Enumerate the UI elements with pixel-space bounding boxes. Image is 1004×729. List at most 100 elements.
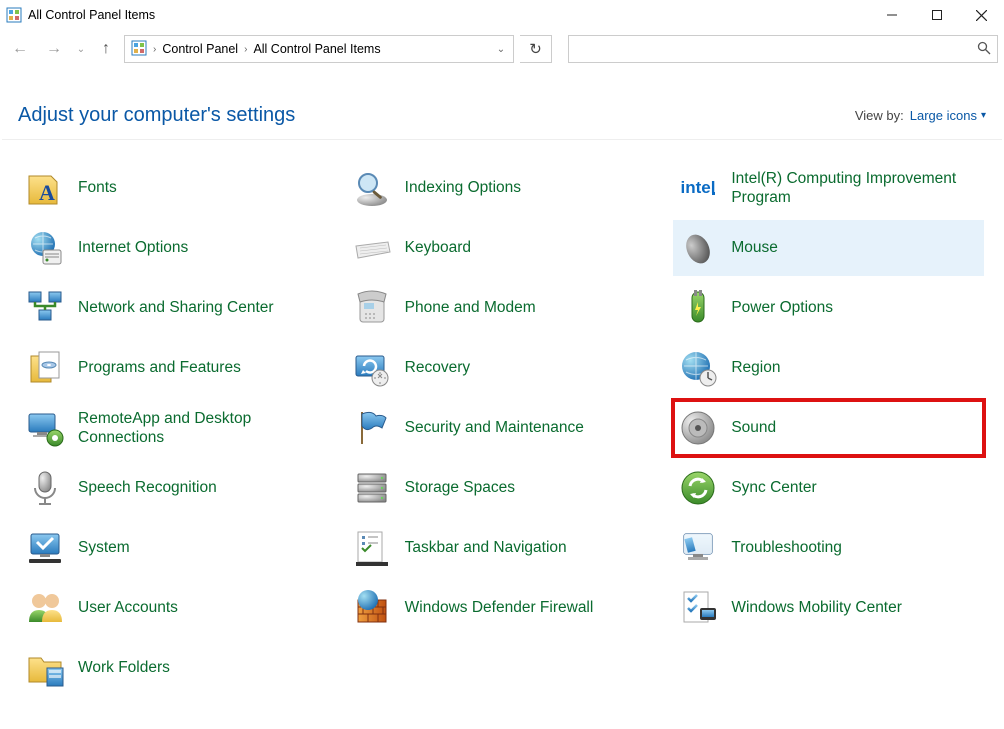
remoteapp-icon [24, 407, 66, 449]
intel-icon [677, 167, 719, 209]
cp-item-windows-mobility-center[interactable]: Windows Mobility Center [673, 580, 984, 636]
cp-item-region[interactable]: Region [673, 340, 984, 396]
cp-item-mouse[interactable]: Mouse [673, 220, 984, 276]
cp-item-phone-and-modem[interactable]: Phone and Modem [347, 280, 658, 336]
address-icon [131, 40, 147, 59]
cp-item-label: Fonts [78, 178, 117, 197]
cp-item-windows-defender-firewall[interactable]: Windows Defender Firewall [347, 580, 658, 636]
cp-item-sync-center[interactable]: Sync Center [673, 460, 984, 516]
address-bar[interactable]: › Control Panel › All Control Panel Item… [124, 35, 514, 63]
cp-item-label: Windows Defender Firewall [405, 598, 594, 617]
nav-history-dropdown[interactable]: ⌄ [74, 44, 88, 55]
search-input[interactable] [575, 42, 977, 56]
cp-item-system[interactable]: System [20, 520, 331, 576]
cp-item-label: Storage Spaces [405, 478, 515, 497]
programs-icon [24, 347, 66, 389]
workfold-icon [24, 647, 66, 689]
cp-item-label: System [78, 538, 130, 557]
cp-item-label: Security and Maintenance [405, 418, 584, 437]
up-button[interactable]: ↑ [94, 37, 118, 61]
cp-item-intel-r-computing-improvement-program[interactable]: Intel(R) Computing Improvement Program [673, 160, 984, 216]
trouble-icon [677, 527, 719, 569]
cp-item-label: Intel(R) Computing Improvement Program [731, 169, 978, 208]
cp-item-label: User Accounts [78, 598, 178, 617]
cp-item-label: Windows Mobility Center [731, 598, 902, 617]
cp-item-label: Internet Options [78, 238, 188, 257]
recovery-icon [351, 347, 393, 389]
cp-item-remoteapp-and-desktop-connections[interactable]: RemoteApp and Desktop Connections [20, 400, 331, 456]
cp-item-user-accounts[interactable]: User Accounts [20, 580, 331, 636]
cp-item-label: Network and Sharing Center [78, 298, 274, 317]
cp-item-recovery[interactable]: Recovery [347, 340, 658, 396]
cp-item-label: Work Folders [78, 658, 170, 677]
viewby-dropdown[interactable]: Large icons [910, 108, 986, 123]
items-grid: Fonts Indexing Options Intel(R) Computing … [0, 140, 1004, 698]
cp-item-label: Phone and Modem [405, 298, 536, 317]
cp-item-label: Indexing Options [405, 178, 521, 197]
security-icon [351, 407, 393, 449]
back-button[interactable]: ← [6, 35, 34, 63]
cp-item-network-and-sharing-center[interactable]: Network and Sharing Center [20, 280, 331, 336]
breadcrumb-segment[interactable]: Control Panel [162, 42, 238, 56]
cp-item-indexing-options[interactable]: Indexing Options [347, 160, 658, 216]
title-bar: All Control Panel Items [0, 0, 1004, 30]
network-icon [24, 287, 66, 329]
cp-item-internet-options[interactable]: Internet Options [20, 220, 331, 276]
keyboard-icon [351, 227, 393, 269]
cp-item-work-folders[interactable]: Work Folders [20, 640, 331, 696]
sound-icon [677, 407, 719, 449]
cp-item-label: Taskbar and Navigation [405, 538, 567, 557]
chevron-right-icon: › [153, 44, 156, 55]
phone-icon [351, 287, 393, 329]
page-header: Adjust your computer's settings View by:… [0, 104, 1004, 139]
minimize-button[interactable] [869, 0, 914, 30]
cp-item-speech-recognition[interactable]: Speech Recognition [20, 460, 331, 516]
power-icon [677, 287, 719, 329]
window-title: All Control Panel Items [28, 8, 869, 22]
page-title: Adjust your computer's settings [18, 104, 295, 127]
sync-icon [677, 467, 719, 509]
cp-item-taskbar-and-navigation[interactable]: Taskbar and Navigation [347, 520, 658, 576]
cp-item-label: Mouse [731, 238, 778, 257]
region-icon [677, 347, 719, 389]
close-button[interactable] [959, 0, 1004, 30]
cp-item-programs-and-features[interactable]: Programs and Features [20, 340, 331, 396]
app-icon [6, 7, 22, 23]
cp-item-label: Speech Recognition [78, 478, 217, 497]
search-box[interactable] [568, 35, 998, 63]
taskbar-icon [351, 527, 393, 569]
mobility-icon [677, 587, 719, 629]
cp-item-label: Sync Center [731, 478, 816, 497]
cp-item-storage-spaces[interactable]: Storage Spaces [347, 460, 658, 516]
cp-item-label: Troubleshooting [731, 538, 842, 557]
cp-item-sound[interactable]: Sound [673, 400, 984, 456]
cp-item-security-and-maintenance[interactable]: Security and Maintenance [347, 400, 658, 456]
cp-item-label: RemoteApp and Desktop Connections [78, 409, 325, 448]
cp-item-keyboard[interactable]: Keyboard [347, 220, 658, 276]
viewby-label: View by: [855, 108, 904, 123]
cp-item-label: Programs and Features [78, 358, 241, 377]
refresh-button[interactable]: ↻ [520, 35, 552, 63]
cp-item-fonts[interactable]: Fonts [20, 160, 331, 216]
cp-item-label: Power Options [731, 298, 833, 317]
cp-item-label: Keyboard [405, 238, 471, 257]
storage-icon [351, 467, 393, 509]
search-icon [977, 41, 991, 58]
maximize-button[interactable] [914, 0, 959, 30]
internet-icon [24, 227, 66, 269]
users-icon [24, 587, 66, 629]
cp-item-label: Recovery [405, 358, 470, 377]
cp-item-power-options[interactable]: Power Options [673, 280, 984, 336]
address-dropdown[interactable]: ⌄ [489, 44, 513, 55]
forward-button[interactable]: → [40, 35, 68, 63]
mouse-icon [677, 227, 719, 269]
firewall-icon [351, 587, 393, 629]
fonts-icon [24, 167, 66, 209]
breadcrumb-segment[interactable]: All Control Panel Items [253, 42, 380, 56]
chevron-right-icon: › [244, 44, 247, 55]
cp-item-label: Region [731, 358, 780, 377]
cp-item-troubleshooting[interactable]: Troubleshooting [673, 520, 984, 576]
speech-icon [24, 467, 66, 509]
nav-bar: ← → ⌄ ↑ › Control Panel › All Control Pa… [0, 30, 1004, 68]
system-icon [24, 527, 66, 569]
